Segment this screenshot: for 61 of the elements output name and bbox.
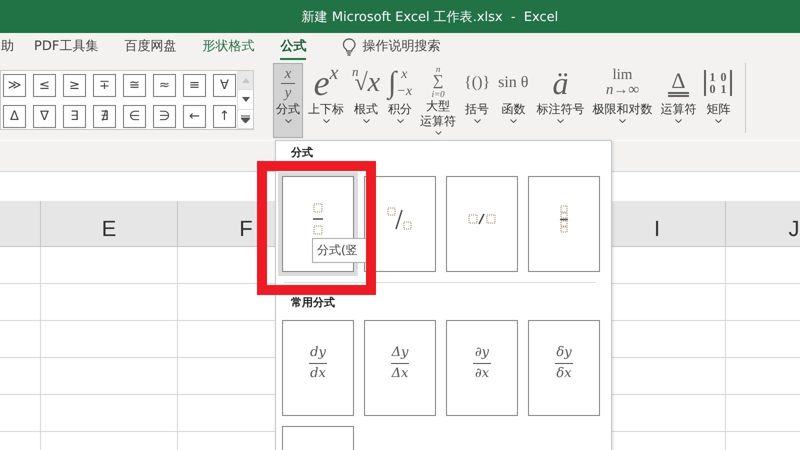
ribbon-tab[interactable]: 百度网盘 xyxy=(124,33,176,60)
caret-icon xyxy=(510,119,517,123)
symbol-button[interactable]: ∃ xyxy=(63,105,86,128)
window-title: 新建 Microsoft Excel 工作表.xlsx - Excel xyxy=(302,8,558,26)
ribbon-tab[interactable]: 形状格式 xyxy=(202,33,254,60)
section-heading: 分式 xyxy=(291,146,314,161)
symbol-button[interactable]: ∋ xyxy=(153,105,176,128)
stacked-fraction-icon xyxy=(313,203,323,235)
symbol-button[interactable]: ≤ xyxy=(33,74,56,97)
fraction-template-button[interactable] xyxy=(528,176,600,272)
caret-icon xyxy=(434,131,442,135)
symbol-button[interactable]: ∈ xyxy=(123,105,146,128)
column-header[interactable]: F xyxy=(239,216,253,242)
equation-tool-button[interactable]: x y 分式 xyxy=(273,63,303,138)
caret-icon xyxy=(284,119,292,123)
equation-tool-button[interactable]: sin θ 函数 xyxy=(495,63,532,138)
expand-icon xyxy=(241,114,250,123)
equation-tool-button[interactable]: ä 标注符号 xyxy=(533,63,588,138)
symbol-button[interactable]: Δ xyxy=(3,105,26,128)
column-header[interactable]: E xyxy=(102,216,116,242)
ribbon-tab[interactable]: PDF工具集 xyxy=(34,33,98,60)
caret-icon xyxy=(396,119,404,123)
equation-tool-button[interactable]: lim n→∞ 极限和对数 xyxy=(589,63,656,138)
skewed-fraction-icon xyxy=(387,207,413,231)
symbol-button[interactable]: ≅ xyxy=(123,74,146,97)
fraction-template-button[interactable]: ∂y ∂x xyxy=(446,320,518,416)
caret-icon xyxy=(714,119,722,123)
symbol-button[interactable]: ∄ xyxy=(93,105,116,128)
symbol-button[interactable]: ∇ xyxy=(33,105,56,128)
caret-icon xyxy=(322,119,330,123)
symbol-button[interactable]: ∓ xyxy=(93,74,116,97)
down-arrow-icon xyxy=(242,96,250,102)
caret-icon xyxy=(674,119,682,123)
fraction-template-button[interactable]: δy δx xyxy=(528,320,600,416)
column-header[interactable]: J xyxy=(788,216,800,242)
ribbon-tab[interactable]: 助 xyxy=(1,33,14,60)
linear-fraction-icon xyxy=(468,213,496,225)
lightbulb-icon xyxy=(342,38,356,56)
symbol-button[interactable]: ∀ xyxy=(213,74,236,97)
caret-icon xyxy=(618,119,626,123)
column-header[interactable]: I xyxy=(654,216,660,242)
caret-icon xyxy=(362,119,370,123)
equation-tool-button[interactable]: 1 0 0 1 矩阵 xyxy=(701,63,736,138)
symbol-button[interactable]: ≈ xyxy=(153,74,176,97)
search-field[interactable]: 操作说明搜索 xyxy=(362,39,482,54)
symbol-button[interactable]: ≥ xyxy=(63,74,86,97)
caret-icon xyxy=(474,119,481,123)
equation-tool-button[interactable]: {()} 括号 xyxy=(461,63,494,138)
equation-tool-button[interactable]: Δ 运算符 xyxy=(657,63,700,138)
fraction-template-button[interactable]: dy dx xyxy=(282,320,354,416)
equation-tool-button[interactable]: n ∑ i=0 大型 运算符 xyxy=(417,63,460,138)
symbol-button[interactable]: ≫ xyxy=(3,74,26,97)
section-heading: 常用分式 xyxy=(291,296,336,311)
fraction-template-button[interactable] xyxy=(446,176,518,272)
symbol-button[interactable]: ↑ xyxy=(213,105,236,128)
caret-icon xyxy=(556,119,564,123)
symbol-button[interactable]: ← xyxy=(183,105,206,128)
symbol-button[interactable]: ≡ xyxy=(183,74,206,97)
small-fraction-icon xyxy=(560,205,568,233)
fraction-template-button[interactable]: Δy Δx xyxy=(364,320,436,416)
up-arrow-icon xyxy=(242,78,250,83)
